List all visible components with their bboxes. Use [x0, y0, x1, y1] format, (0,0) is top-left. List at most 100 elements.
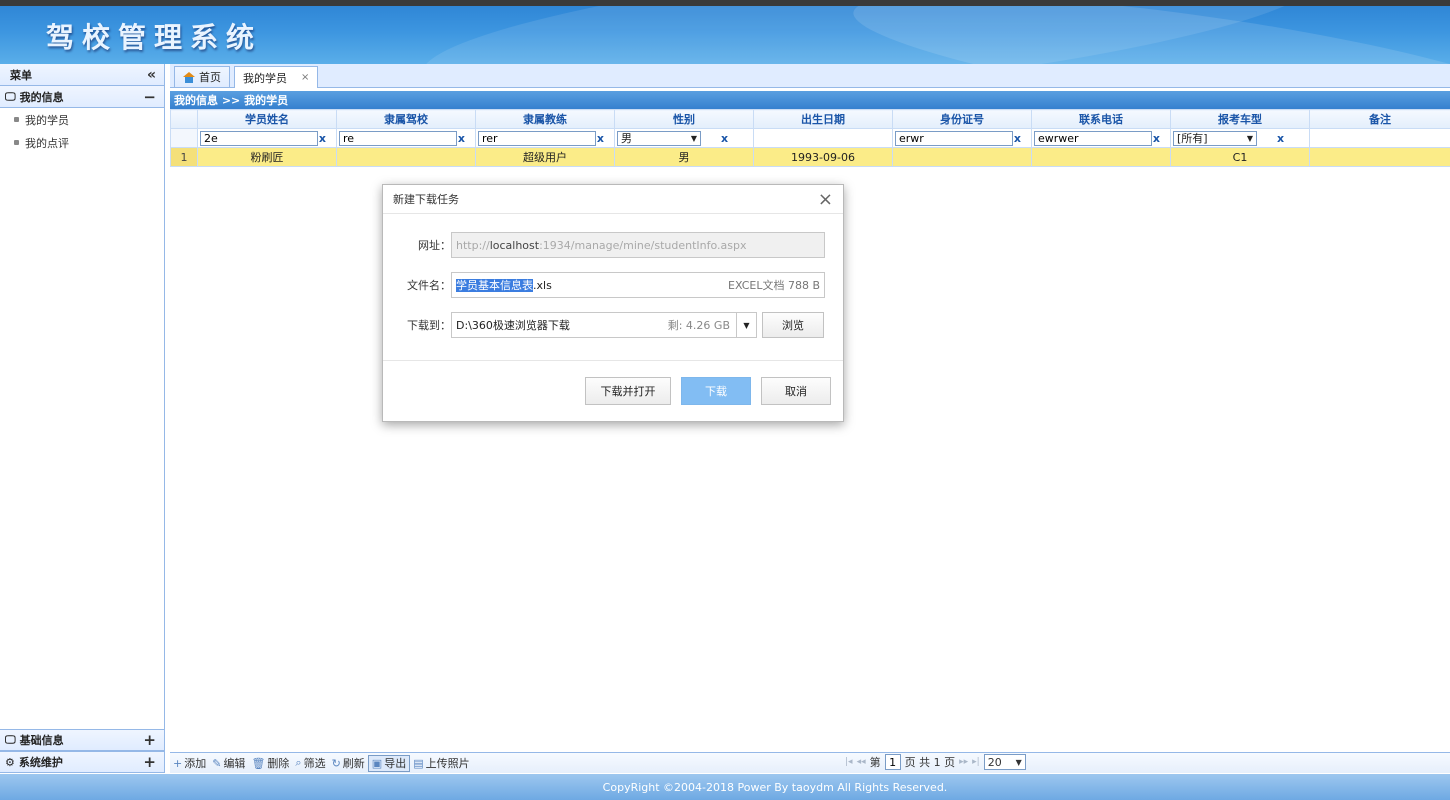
filter-button[interactable]: ⌕ 筛选: [292, 755, 328, 772]
row-number: 1: [170, 147, 198, 167]
filename-extension: .xls: [533, 279, 552, 292]
collapse-section-icon[interactable]: −: [143, 88, 156, 106]
copyright-footer: CopyRight ©2004-2018 Power By taoydm All…: [0, 774, 1450, 800]
clear-filter-icon[interactable]: x: [1153, 132, 1160, 145]
sidebar-item-my-reviews[interactable]: 我的点评: [0, 131, 164, 154]
upload-photo-button[interactable]: ▤ 上传照片: [410, 755, 472, 772]
tab-home[interactable]: 首页: [174, 66, 230, 87]
dialog-title-bar: 新建下载任务 ×: [383, 185, 843, 213]
column-header[interactable]: 报考车型: [1170, 109, 1310, 129]
column-header[interactable]: 备注: [1309, 109, 1450, 129]
phone-filter-input[interactable]: [1034, 130, 1152, 146]
section-system-maintenance[interactable]: ⚙ 系统维护 +: [0, 751, 164, 773]
column-header[interactable]: 出生日期: [753, 109, 893, 129]
cell-car-type: C1: [1170, 147, 1310, 167]
filter-cell: x: [892, 128, 1032, 148]
page-total: 页 共 1 页: [904, 756, 956, 769]
url-label: 网址：: [418, 239, 451, 252]
export-button[interactable]: ▣ 导出: [367, 754, 411, 772]
filter-row: x x x 男 ▼ x x: [170, 128, 1450, 148]
app-header: 驾校管理系统: [0, 6, 1450, 64]
clear-filter-icon[interactable]: x: [458, 132, 465, 145]
export-icon: ▣: [371, 756, 383, 770]
path-dropdown-button[interactable]: ▼: [737, 312, 757, 338]
download-button[interactable]: 下载: [681, 377, 751, 405]
gear-icon: ⚙: [5, 755, 15, 769]
column-header[interactable]: 性别: [614, 109, 754, 129]
pagination: |◂ ◂◂ 第 页 共 1 页 ▸▸ ▸| 20 ▼: [845, 754, 1026, 770]
filter-cell: x: [475, 128, 615, 148]
sidebar-item-my-students[interactable]: 我的学员: [0, 108, 164, 131]
prev-page-icon[interactable]: ◂◂: [857, 757, 866, 767]
bullet-icon: [14, 117, 19, 122]
page-size-select[interactable]: 20 ▼: [983, 754, 1026, 770]
sidebar-item-label: 我的点评: [25, 136, 69, 150]
save-path-field[interactable]: D:\360极速浏览器下载 剩: 4.26 GB: [451, 312, 737, 338]
column-header[interactable]: 学员姓名: [197, 109, 337, 129]
clear-filter-icon[interactable]: x: [597, 132, 604, 145]
close-tab-icon[interactable]: ×: [301, 72, 309, 83]
select-value: [所有]: [1177, 132, 1208, 145]
last-page-icon[interactable]: ▸|: [972, 757, 980, 767]
plus-icon: +: [173, 756, 183, 770]
url-field: http://localhost:1934/manage/mine/studen…: [451, 232, 825, 258]
clear-filter-icon[interactable]: x: [721, 132, 728, 145]
refresh-button[interactable]: ↻ 刷新: [329, 755, 368, 772]
sidebar-item-label: 我的学员: [25, 113, 69, 127]
dropdown-arrow-icon: ▼: [743, 320, 750, 330]
grid-header-row: 学员姓名 隶属驾校 隶属教练 性别 出生日期 身份证号 联系电话 报考车型 备注: [170, 109, 1450, 129]
page-number-input[interactable]: [884, 754, 901, 770]
column-header[interactable]: 隶属驾校: [336, 109, 476, 129]
name-filter-input[interactable]: [200, 130, 318, 146]
clear-filter-icon[interactable]: x: [1277, 132, 1284, 145]
school-filter-input[interactable]: [339, 130, 457, 146]
section-label: 基础信息: [19, 734, 64, 747]
expand-section-icon[interactable]: +: [143, 731, 156, 749]
saveto-label: 下载到：: [407, 319, 451, 332]
trash-icon: 🗑: [251, 756, 266, 770]
download-and-open-button[interactable]: 下载并打开: [585, 377, 671, 405]
close-icon[interactable]: ×: [818, 189, 833, 210]
column-header[interactable]: 身份证号: [892, 109, 1032, 129]
url-path: :1934/manage/mine/studentInfo.aspx: [539, 238, 747, 252]
cancel-button[interactable]: 取消: [761, 377, 831, 405]
next-page-icon[interactable]: ▸▸: [959, 757, 968, 767]
breadcrumb: 我的信息 >> 我的学员: [170, 91, 1450, 109]
filter-cell: x: [336, 128, 476, 148]
coach-filter-input[interactable]: [478, 130, 596, 146]
cell-gender: 男: [614, 147, 754, 167]
clear-filter-icon[interactable]: x: [1014, 132, 1021, 145]
cell-remark: [1309, 147, 1450, 167]
pencil-icon: ✎: [212, 756, 222, 770]
first-page-icon[interactable]: |◂: [845, 757, 853, 767]
browse-button[interactable]: 浏览: [762, 312, 824, 338]
filter-cell: x: [197, 128, 337, 148]
url-prefix: http://: [456, 238, 490, 252]
column-header[interactable]: 联系电话: [1031, 109, 1171, 129]
sidebar-title: 菜单: [10, 68, 32, 82]
expand-section-icon[interactable]: +: [143, 753, 156, 771]
delete-button[interactable]: 🗑 删除: [248, 755, 292, 772]
free-space: 剩: 4.26 GB: [667, 319, 730, 332]
page-prefix: 第: [869, 756, 881, 769]
clear-filter-icon[interactable]: x: [319, 132, 326, 145]
bullet-icon: [14, 140, 19, 145]
edit-button[interactable]: ✎ 编辑: [209, 755, 248, 772]
filename-input[interactable]: 学员基本信息表.xls EXCEL文档 788 B: [451, 272, 825, 298]
filter-cell: 男 ▼ x: [614, 128, 754, 148]
tab-my-students[interactable]: 我的学员 ×: [234, 66, 319, 88]
car-type-filter-select[interactable]: [所有] ▼: [1173, 130, 1257, 146]
table-row[interactable]: 1 粉刷匠 超级用户 男 1993-09-06 C1: [170, 147, 1450, 167]
section-basic-info[interactable]: 🖵 基础信息 +: [0, 729, 164, 751]
id-card-filter-input[interactable]: [895, 130, 1013, 146]
button-label: 编辑: [223, 757, 246, 770]
url-host: localhost: [489, 238, 540, 252]
section-label: 系统维护: [18, 756, 63, 769]
add-button[interactable]: + 添加: [170, 755, 209, 772]
gender-filter-select[interactable]: 男 ▼: [617, 130, 701, 146]
collapse-sidebar-icon[interactable]: «: [147, 67, 156, 83]
save-path: D:\360极速浏览器下载: [456, 319, 570, 332]
column-header[interactable]: 隶属教练: [475, 109, 615, 129]
sidebar-bottom-sections: 🖵 基础信息 + ⚙ 系统维护 +: [0, 729, 164, 773]
section-my-info[interactable]: 🖵 我的信息 −: [0, 86, 164, 108]
